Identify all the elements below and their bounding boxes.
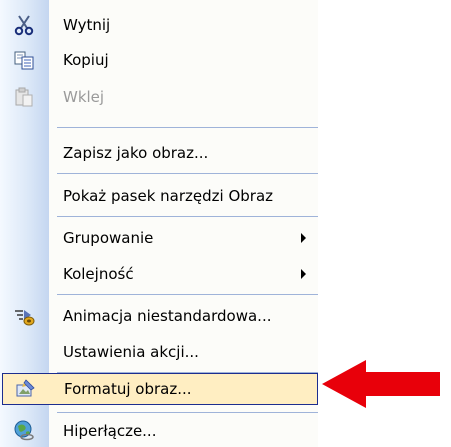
- menu-item-label: Wklej: [63, 88, 105, 106]
- menu-separator: [57, 127, 318, 128]
- menu-item-format-picture[interactable]: Formatuj obraz...: [2, 373, 318, 405]
- menu-item-label: Wytnij: [63, 16, 111, 34]
- menu-item-show-picture-toolbar[interactable]: Pokaż pasek narzędzi Obraz: [0, 180, 318, 212]
- menu-item-label: Kopiuj: [63, 51, 109, 69]
- menu-item-label: Hiperłącze...: [63, 422, 157, 440]
- context-menu: Wytnij Kopiuj Wklej Zapisz jako obraz...…: [0, 0, 318, 447]
- menu-item-label: Animacja niestandardowa...: [63, 307, 272, 325]
- menu-item-paste[interactable]: Wklej: [0, 82, 318, 112]
- hyperlink-icon: [10, 416, 38, 444]
- animation-icon: [10, 302, 38, 330]
- menu-separator: [57, 216, 318, 217]
- screenshot-stage: Wytnij Kopiuj Wklej Zapisz jako obraz...…: [0, 0, 451, 447]
- menu-separator: [57, 173, 318, 174]
- menu-item-label: Zapisz jako obraz...: [63, 144, 209, 162]
- menu-item-order[interactable]: Kolejność: [0, 258, 318, 290]
- menu-item-label: Kolejność: [63, 265, 134, 283]
- menu-item-cut[interactable]: Wytnij: [0, 10, 318, 40]
- menu-item-label: Formatuj obraz...: [64, 380, 192, 398]
- paste-icon: [10, 83, 38, 111]
- menu-item-label: Grupowanie: [63, 229, 154, 247]
- menu-separator: [57, 412, 318, 413]
- menu-item-custom-animation[interactable]: Animacja niestandardowa...: [0, 300, 318, 332]
- red-arrow-icon: [322, 360, 440, 408]
- menu-separator: [57, 294, 318, 295]
- menu-item-save-as-picture[interactable]: Zapisz jako obraz...: [0, 137, 318, 169]
- menu-item-label: Pokaż pasek narzędzi Obraz: [63, 187, 274, 205]
- menu-item-action-settings[interactable]: Ustawienia akcji...: [0, 336, 318, 368]
- menu-item-hyperlink[interactable]: Hiperłącze...: [0, 415, 318, 447]
- menu-item-label: Ustawienia akcji...: [63, 343, 199, 361]
- submenu-arrow-icon: [301, 233, 306, 243]
- format-picture-icon: [11, 375, 39, 403]
- scissors-icon: [10, 11, 38, 39]
- submenu-arrow-icon: [301, 269, 306, 279]
- copy-icon: [10, 46, 38, 74]
- menu-item-copy[interactable]: Kopiuj: [0, 45, 318, 75]
- menu-item-grouping[interactable]: Grupowanie: [0, 222, 318, 254]
